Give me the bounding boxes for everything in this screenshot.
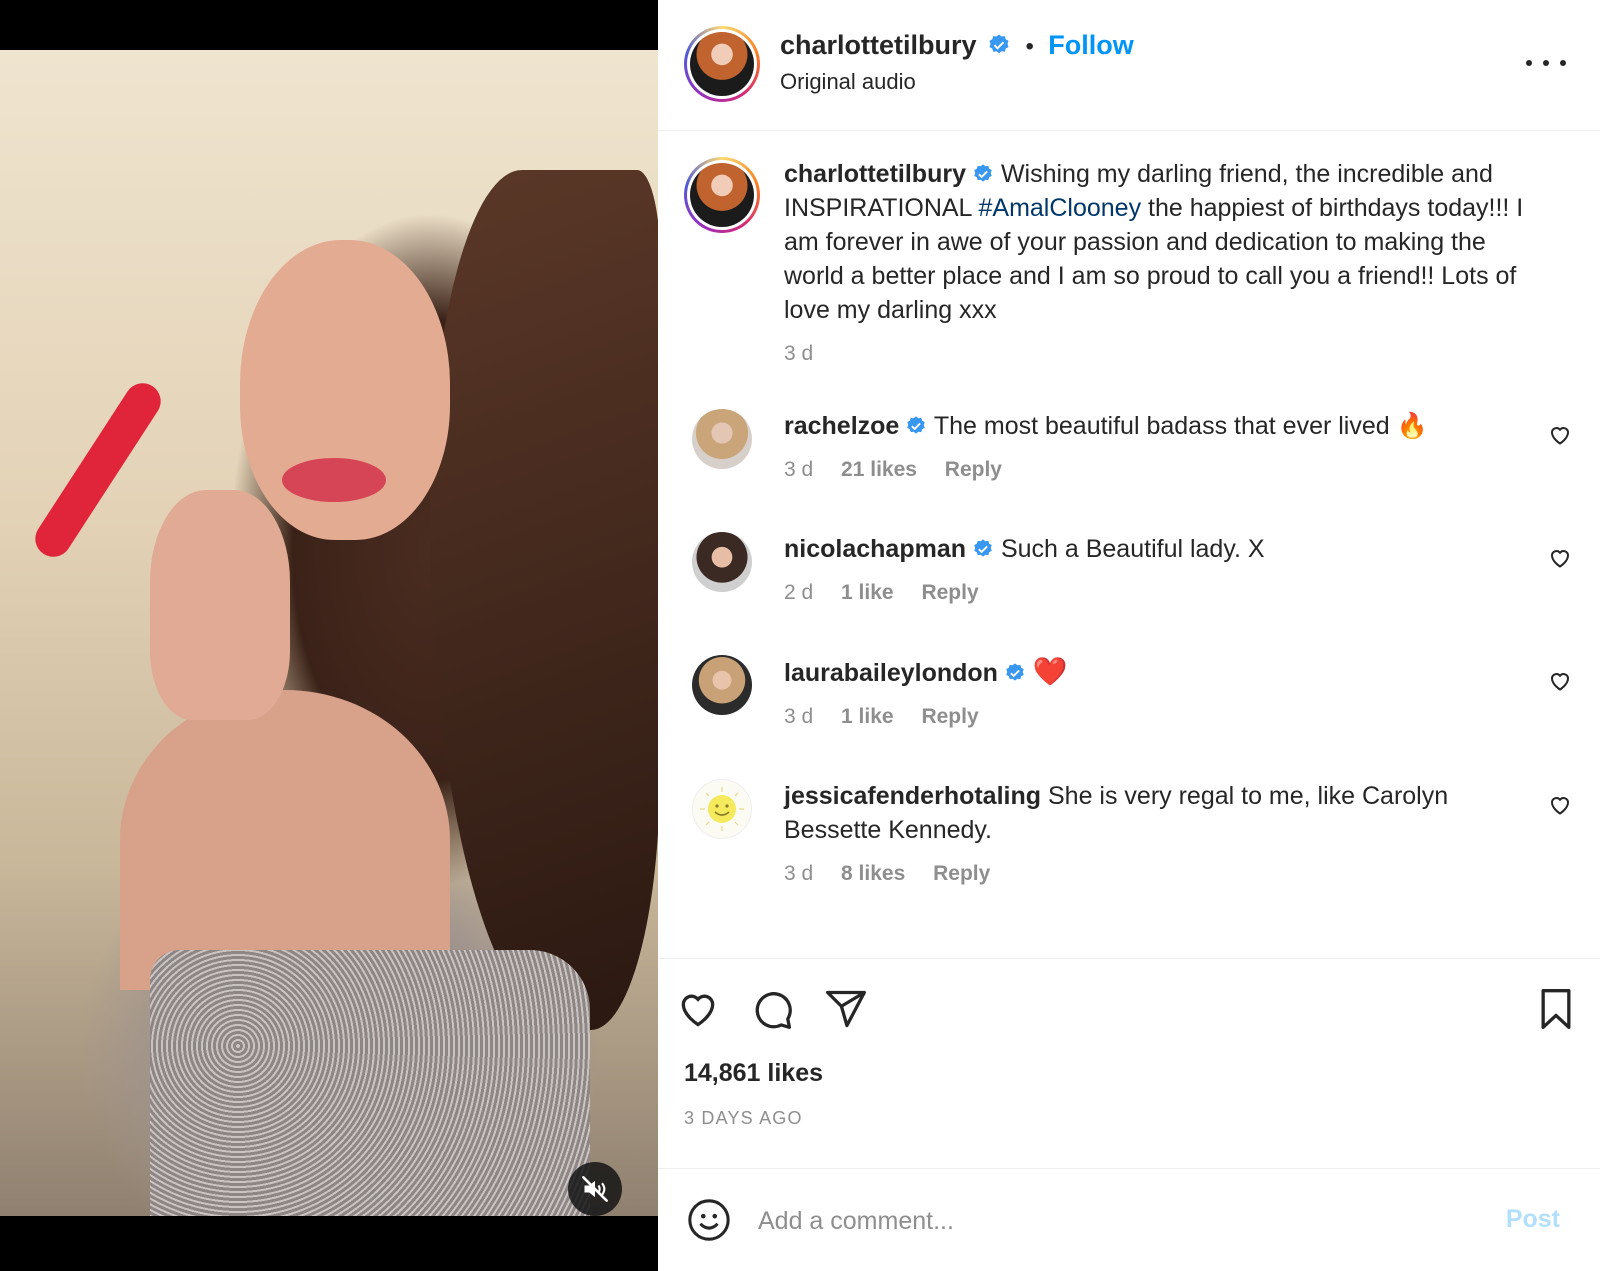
heart-icon[interactable] [1548, 793, 1572, 817]
add-comment-bar: Post [658, 1168, 1600, 1271]
reply-button[interactable]: Reply [921, 705, 978, 728]
comment-likes[interactable]: 21 likes [841, 458, 917, 481]
reply-button[interactable]: Reply [933, 862, 990, 885]
post-actions: 14,861 likes 3 DAYS AGO [658, 958, 1600, 1168]
heart-icon[interactable] [1548, 423, 1572, 447]
smiley-sun-icon [700, 787, 744, 831]
post-modal: charlottetilbury • Follow Original audio [0, 0, 1600, 1271]
commenter-avatar[interactable] [692, 409, 752, 469]
heart-icon[interactable] [676, 987, 720, 1031]
verified-badge-icon [974, 164, 992, 182]
caption-avatar[interactable] [684, 157, 760, 233]
more-options-button[interactable] [1526, 48, 1566, 78]
verified-badge-icon [907, 416, 926, 434]
comment-likes[interactable]: 8 likes [841, 862, 905, 885]
author-username[interactable]: charlottetilbury [780, 30, 977, 60]
video-hand-shape [150, 490, 290, 720]
bookmark-icon[interactable] [1534, 987, 1578, 1031]
comment-likes[interactable]: 1 like [841, 581, 894, 604]
speaker-muted-icon [582, 1176, 608, 1202]
comment-time[interactable]: 2 d [784, 581, 813, 604]
mute-button[interactable] [568, 1162, 622, 1216]
comment-text: Such a Beautiful lady. X [1000, 535, 1265, 563]
comment-text: ❤️ [1032, 656, 1068, 687]
comment-icon[interactable] [750, 987, 794, 1031]
comment-text: The most beautiful badass that ever live… [933, 412, 1428, 440]
post-video[interactable] [0, 50, 658, 1216]
header-separator: • [1025, 33, 1034, 60]
heart-icon[interactable] [1548, 546, 1572, 570]
comment-input[interactable] [758, 1199, 1458, 1243]
audio-label[interactable]: Original audio [780, 69, 1134, 95]
post-comment-button[interactable]: Post [1506, 1205, 1560, 1234]
commenter-avatar[interactable] [692, 532, 752, 592]
comments-list: charlottetilbury Wishing my darling frie… [658, 131, 1600, 958]
commenter-avatar[interactable] [692, 779, 752, 839]
commenter-username[interactable]: nicolachapman [784, 535, 966, 563]
post-header: charlottetilbury • Follow Original audio [658, 0, 1600, 131]
caption-hashtag[interactable]: #AmalClooney [978, 194, 1141, 222]
heart-icon[interactable] [1548, 669, 1572, 693]
verified-badge-icon [974, 539, 992, 557]
author-avatar[interactable] [684, 26, 760, 102]
comment-likes[interactable]: 1 like [841, 705, 894, 728]
caption-username[interactable]: charlottetilbury [784, 160, 966, 188]
post-timestamp[interactable]: 3 DAYS AGO [684, 1108, 803, 1129]
comment-time[interactable]: 3 d [784, 862, 813, 885]
comment-time[interactable]: 3 d [784, 458, 813, 481]
likes-count[interactable]: 14,861 likes [684, 1059, 823, 1088]
video-lipstick-shape [28, 376, 168, 564]
commenter-username[interactable]: laurabaileylondon [784, 659, 998, 687]
comment-time[interactable]: 3 d [784, 705, 813, 728]
video-hair-shape [430, 170, 658, 1030]
follow-button[interactable]: Follow [1048, 30, 1133, 60]
commenter-username[interactable]: rachelzoe [784, 412, 899, 440]
share-icon[interactable] [824, 987, 868, 1031]
commenter-username[interactable]: jessicafenderhotaling [784, 782, 1041, 810]
post-sidebar: charlottetilbury • Follow Original audio [658, 0, 1600, 1271]
verified-badge-icon [989, 34, 1009, 54]
media-pane [0, 0, 658, 1271]
video-lips-shape [282, 458, 386, 502]
commenter-avatar[interactable] [692, 655, 752, 715]
reply-button[interactable]: Reply [921, 581, 978, 604]
video-shoulder-shape [120, 690, 450, 990]
caption-time[interactable]: 3 d [784, 342, 813, 365]
emoji-icon[interactable] [686, 1197, 732, 1243]
video-dress-shape [150, 950, 590, 1216]
verified-badge-icon [1006, 663, 1024, 681]
reply-button[interactable]: Reply [945, 458, 1002, 481]
